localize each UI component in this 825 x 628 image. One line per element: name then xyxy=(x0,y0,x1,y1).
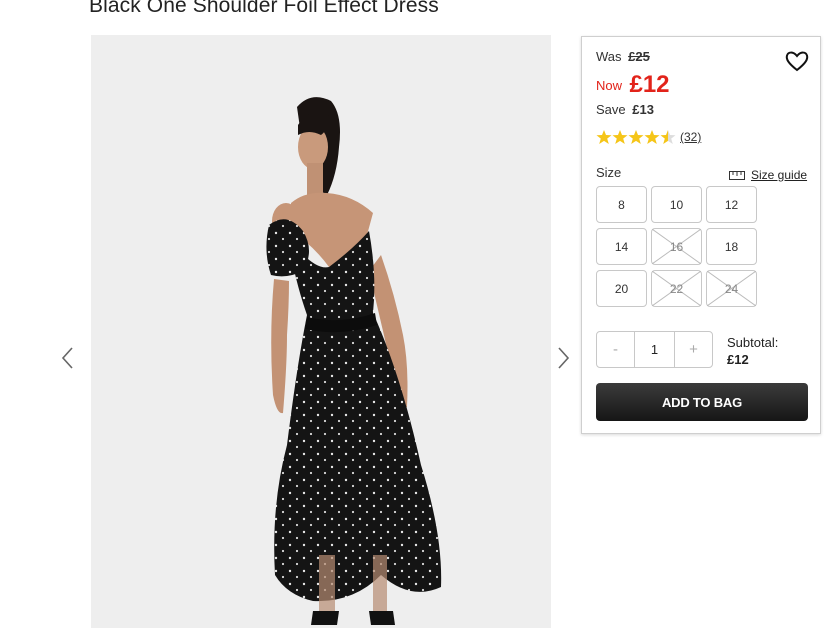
size-option-16[interactable]: 16 xyxy=(651,228,702,265)
size-option-18[interactable]: 18 xyxy=(706,228,757,265)
was-value: £25 xyxy=(628,49,650,64)
product-image[interactable] xyxy=(91,35,551,628)
quantity-stepper: - + xyxy=(596,331,713,368)
chevron-right-icon[interactable] xyxy=(552,344,574,372)
size-option-label: 24 xyxy=(724,281,739,296)
quantity-input[interactable] xyxy=(634,332,675,367)
size-option-20[interactable]: 20 xyxy=(596,270,647,307)
size-option-label: 22 xyxy=(669,281,684,296)
star-icon xyxy=(660,130,676,144)
size-option-label: 10 xyxy=(669,197,684,212)
subtotal-value: £12 xyxy=(727,352,749,367)
size-option-10[interactable]: 10 xyxy=(651,186,702,223)
save-value: £13 xyxy=(632,102,654,117)
heart-icon[interactable] xyxy=(784,49,810,73)
size-option-label: 18 xyxy=(724,239,739,254)
now-value: £12 xyxy=(629,71,670,98)
size-option-8[interactable]: 8 xyxy=(596,186,647,223)
size-option-22[interactable]: 22 xyxy=(651,270,702,307)
was-price: Was £25 xyxy=(596,49,650,64)
star-icon xyxy=(612,130,628,144)
quantity-decrease-button[interactable]: - xyxy=(597,332,634,367)
size-option-label: 12 xyxy=(724,197,739,212)
size-guide-link[interactable]: Size guide xyxy=(729,168,807,182)
star-icon xyxy=(596,130,612,144)
was-label: Was xyxy=(596,49,622,64)
now-price: Now £12 xyxy=(596,71,670,99)
add-to-bag-button[interactable]: ADD TO BAG xyxy=(596,383,808,421)
rating-stars xyxy=(596,130,676,144)
star-icon xyxy=(644,130,660,144)
size-option-label: 14 xyxy=(614,239,629,254)
save-label: Save xyxy=(596,102,626,117)
purchase-panel: Was £25 Now £12 Save £13 (32) Size Size … xyxy=(581,36,821,434)
size-label: Size xyxy=(596,165,622,180)
size-option-label: 16 xyxy=(669,239,684,254)
product-title: Black One Shoulder Foil Effect Dress xyxy=(89,0,439,17)
size-option-label: 20 xyxy=(614,281,629,296)
size-option-24[interactable]: 24 xyxy=(706,270,757,307)
now-label: Now xyxy=(596,78,623,93)
review-count-link[interactable]: (32) xyxy=(680,130,701,144)
size-option-label: 8 xyxy=(618,197,625,212)
star-icon xyxy=(628,130,644,144)
size-option-12[interactable]: 12 xyxy=(706,186,757,223)
size-options: 8 10 12 14 16 18 20 22 24 xyxy=(596,186,758,307)
subtotal: Subtotal: £12 xyxy=(727,334,778,368)
size-guide-label: Size guide xyxy=(751,168,808,182)
save-amount: Save £13 xyxy=(596,102,654,117)
quantity-increase-button[interactable]: + xyxy=(675,332,712,367)
chevron-left-icon[interactable] xyxy=(57,344,79,372)
size-option-14[interactable]: 14 xyxy=(596,228,647,265)
subtotal-label: Subtotal: xyxy=(727,335,779,350)
star-rating: (32) xyxy=(596,128,701,146)
ruler-icon xyxy=(729,170,745,180)
